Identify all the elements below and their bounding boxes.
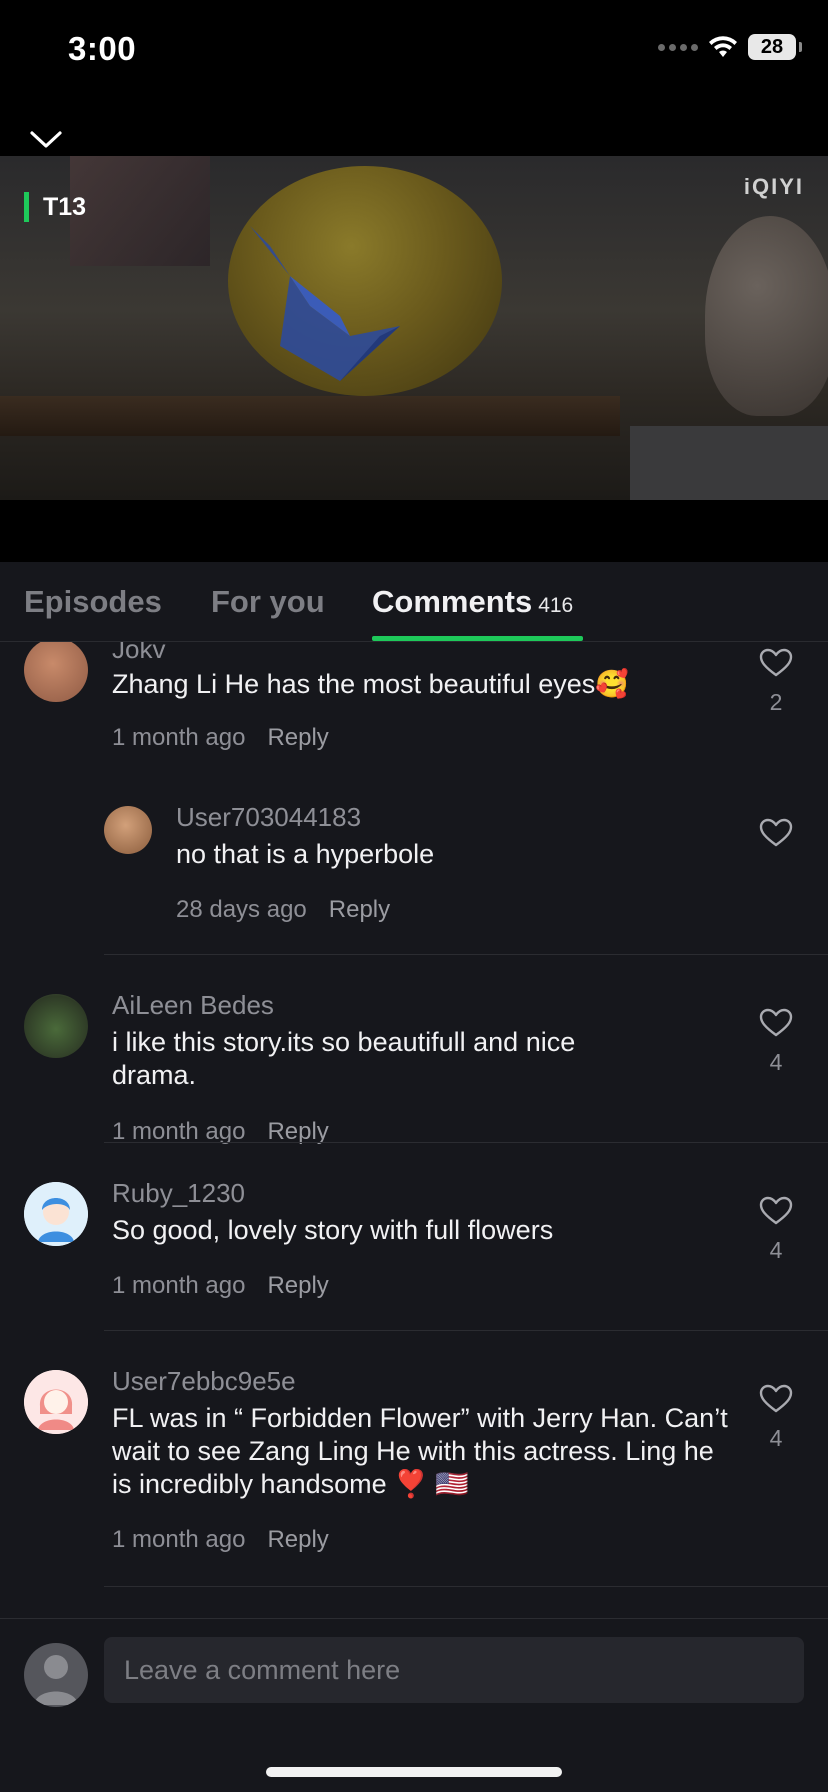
like-button[interactable]: 4 xyxy=(754,1008,798,1076)
comments-list[interactable]: Jokv Zhang Li He has the most beautiful … xyxy=(0,642,828,1618)
divider xyxy=(104,1586,828,1587)
like-count: 4 xyxy=(769,1237,783,1263)
like-button[interactable]: 4 xyxy=(754,1384,798,1452)
like-count: 4 xyxy=(769,1049,783,1075)
comment-text: So good, lovely story with full flowers xyxy=(112,1215,554,1245)
divider xyxy=(104,1142,828,1143)
comment-text: no that is a hyperbole xyxy=(176,839,435,869)
status-time: 3:00 xyxy=(68,30,137,67)
comment-text: i like this story.its so beautifull and … xyxy=(112,1027,576,1090)
comment-text: Zhang Li He has the most beautiful eyes🥰 xyxy=(112,669,629,699)
like-button[interactable] xyxy=(754,818,798,853)
active-tab-indicator xyxy=(372,636,583,641)
divider xyxy=(104,954,828,955)
tab-comments[interactable]: Comments 416 xyxy=(372,584,573,620)
reply-button[interactable]: Reply xyxy=(267,1118,328,1145)
status-bar: 3:00 28 xyxy=(0,0,828,100)
comment-meta: 1 month ago Reply xyxy=(112,1526,329,1554)
video-scene-vase xyxy=(705,216,828,416)
tab-for-you[interactable]: For you xyxy=(211,584,325,620)
iqiyi-logo: iQIYI xyxy=(743,174,804,199)
avatar[interactable] xyxy=(24,1182,88,1246)
avatar[interactable] xyxy=(24,1370,88,1434)
status-indicators: 28 xyxy=(658,34,802,60)
comment-input-bar xyxy=(0,1618,828,1792)
home-indicator xyxy=(266,1767,562,1777)
comment-time: 28 days ago xyxy=(176,896,307,923)
reply-button[interactable]: Reply xyxy=(267,724,328,751)
comment-meta: 1 month ago Reply xyxy=(112,724,329,752)
reply-button[interactable]: Reply xyxy=(267,1272,328,1299)
cellular-signal-icon xyxy=(658,43,698,51)
avatar[interactable] xyxy=(24,994,88,1058)
chevron-down-icon xyxy=(30,131,62,148)
tab-episodes[interactable]: Episodes xyxy=(24,584,162,620)
origami-crane xyxy=(250,226,400,381)
comment-time: 1 month ago xyxy=(112,1272,246,1299)
like-button[interactable]: 4 xyxy=(754,1196,798,1264)
avatar-boy-illustration xyxy=(24,1182,88,1246)
comment-meta: 28 days ago Reply xyxy=(176,896,390,924)
my-avatar[interactable] xyxy=(24,1643,88,1707)
heart-icon xyxy=(759,1196,793,1225)
like-button[interactable]: 2 xyxy=(754,648,798,716)
avatar[interactable] xyxy=(104,806,152,854)
divider xyxy=(104,1330,828,1331)
like-count: 4 xyxy=(769,1425,783,1451)
comment-meta: 1 month ago Reply xyxy=(112,1272,329,1300)
comments-count: 416 xyxy=(538,594,574,617)
battery-indicator: 28 xyxy=(748,34,802,60)
user-placeholder-icon xyxy=(34,1655,78,1705)
collapse-button[interactable] xyxy=(26,124,66,154)
comment-username[interactable]: Jokv xyxy=(112,642,165,665)
reply-button[interactable]: Reply xyxy=(329,896,390,923)
comment-time: 1 month ago xyxy=(112,1118,246,1145)
comment-username[interactable]: User7ebbc9e5e xyxy=(112,1366,296,1397)
heart-icon xyxy=(759,818,793,847)
video-scene-shelf xyxy=(0,396,620,436)
heart-icon xyxy=(759,1008,793,1037)
tab-comments-label: Comments xyxy=(372,584,533,619)
heart-icon xyxy=(759,1384,793,1413)
avatar[interactable] xyxy=(24,642,88,702)
video-player[interactable]: T13 iQIYI xyxy=(0,156,828,500)
reply-button[interactable]: Reply xyxy=(267,1526,328,1553)
video-scene-poster xyxy=(70,156,210,266)
comment-username[interactable]: User703044183 xyxy=(176,802,361,833)
comment-username[interactable]: Ruby_1230 xyxy=(112,1178,245,1209)
comment-input[interactable] xyxy=(104,1637,804,1703)
comment-username[interactable]: AiLeen Bedes xyxy=(112,990,274,1021)
like-count: 2 xyxy=(769,689,783,715)
comment-time: 1 month ago xyxy=(112,724,246,751)
episode-label: T13 xyxy=(24,192,86,222)
comment-text: FL was in “ Forbidden Flower” with Jerry… xyxy=(112,1403,728,1499)
tab-bar: Episodes For you Comments 416 xyxy=(0,562,828,642)
avatar-girl-illustration xyxy=(24,1370,88,1434)
wifi-icon xyxy=(709,36,737,57)
comment-time: 1 month ago xyxy=(112,1526,246,1553)
video-scene-box xyxy=(630,426,828,500)
heart-icon xyxy=(759,648,793,677)
